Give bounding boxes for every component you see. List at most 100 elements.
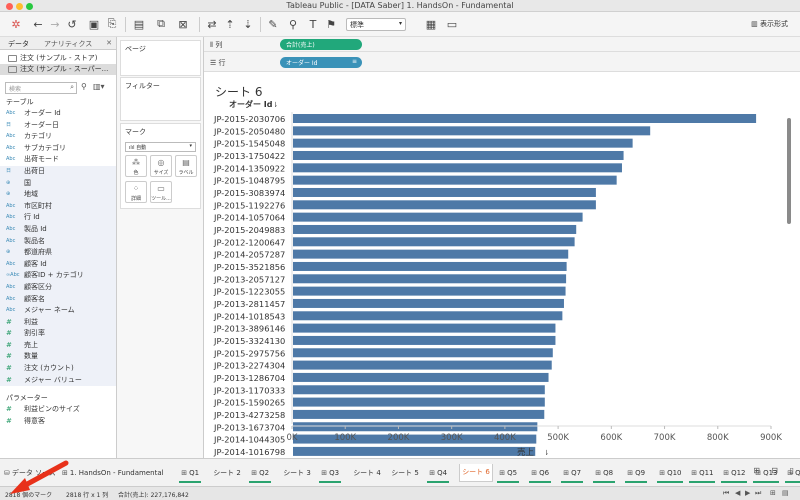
- category-label[interactable]: JP-2014-2057287: [213, 250, 285, 260]
- columns-pill-sum-sales[interactable]: 合計(売上): [280, 39, 362, 50]
- category-label[interactable]: JP-2013-3896146: [213, 324, 285, 334]
- category-label[interactable]: JP-2015-3083974: [213, 188, 285, 198]
- field-item[interactable]: Abc 顧客 Id: [0, 258, 116, 271]
- category-label[interactable]: JP-2013-1286704: [213, 373, 285, 383]
- field-item[interactable]: 日 オーダー日: [0, 120, 116, 132]
- show-labels-icon[interactable]: T: [305, 16, 321, 32]
- sheet-tab[interactable]: ⊞ Q5: [497, 465, 520, 483]
- clear-sheet-icon[interactable]: ⊠: [175, 16, 191, 32]
- field-item[interactable]: # 注文 (カウント): [0, 363, 116, 375]
- bar[interactable]: [293, 274, 567, 284]
- category-label[interactable]: JP-2013-1170333: [213, 385, 285, 395]
- bar[interactable]: [293, 150, 624, 160]
- rows-pill-order-id[interactable]: オーダー Id ≡: [280, 57, 362, 68]
- undo-icon[interactable]: ↺: [64, 16, 80, 32]
- category-label[interactable]: JP-2014-1044305: [213, 435, 285, 445]
- field-item[interactable]: Abc 顧客区分: [0, 281, 116, 294]
- fit-select[interactable]: 標準 ▾: [346, 18, 406, 31]
- forward-arrow-icon[interactable]: →: [47, 16, 63, 32]
- category-label[interactable]: JP-2015-3324130: [213, 336, 285, 346]
- tab-analytics[interactable]: アナリティクス: [44, 39, 92, 49]
- pin-axes-icon[interactable]: ⚑: [323, 16, 339, 32]
- field-item[interactable]: ⊕ 都道府県: [0, 247, 116, 259]
- bar[interactable]: [293, 175, 617, 185]
- field-item[interactable]: # 数量: [0, 351, 116, 363]
- bar[interactable]: [293, 311, 563, 321]
- mark-type-select[interactable]: ılıl 自動 ▾: [125, 142, 196, 152]
- bar[interactable]: [293, 323, 556, 333]
- bar[interactable]: [293, 335, 556, 345]
- field-item[interactable]: # 割引率: [0, 328, 116, 340]
- datasource-item[interactable]: 注文 (サンプル - ストア): [0, 53, 116, 64]
- bar[interactable]: [293, 360, 552, 370]
- bar[interactable]: [293, 286, 566, 296]
- tooltip-button[interactable]: ▭ ツール...: [150, 181, 172, 203]
- sheet-tab[interactable]: ⊞ Q12: [721, 465, 748, 483]
- bar[interactable]: [293, 372, 549, 382]
- bar[interactable]: [293, 237, 575, 247]
- swap-rows-columns-icon[interactable]: ⇄: [204, 16, 220, 32]
- sheet-tab[interactable]: ⊞ 1. HandsOn - Fundamental: [60, 465, 166, 481]
- category-label[interactable]: JP-2013-2057127: [213, 274, 285, 284]
- collapse-pane-icon[interactable]: ✕: [106, 39, 112, 47]
- x-axis-title[interactable]: 売上: [517, 447, 535, 458]
- sort-ascending-icon[interactable]: ⇡: [222, 16, 238, 32]
- category-label[interactable]: JP-2015-1590265: [213, 398, 285, 408]
- category-label[interactable]: JP-2013-4273258: [213, 410, 285, 420]
- bar[interactable]: [293, 249, 569, 259]
- new-datasource-icon[interactable]: ⎘: [104, 16, 120, 32]
- bar[interactable]: [293, 397, 545, 407]
- sheet-tab[interactable]: シート 3: [281, 465, 313, 481]
- label-button[interactable]: ▤ ラベル: [175, 155, 197, 177]
- category-label[interactable]: JP-2015-2975756: [213, 348, 285, 358]
- rows-shelf[interactable]: ☰ 行 オーダー Id ≡: [204, 52, 800, 72]
- bar[interactable]: [293, 422, 538, 432]
- bar[interactable]: [293, 224, 577, 234]
- bar[interactable]: [293, 261, 567, 271]
- tab-data[interactable]: データ: [8, 39, 29, 49]
- field-item[interactable]: ⊕ 地域: [0, 189, 116, 201]
- category-label[interactable]: JP-2015-1048795: [213, 176, 285, 186]
- field-item[interactable]: Abc サブカテゴリ: [0, 143, 116, 155]
- bar[interactable]: [293, 114, 757, 123]
- datasource-item[interactable]: 注文 (サンプル - スーパー...: [0, 64, 116, 75]
- filter-icon[interactable]: ⚲: [81, 82, 87, 91]
- sheet-tab[interactable]: ⊞ Q10: [657, 465, 684, 483]
- category-label[interactable]: JP-2013-1673704: [213, 422, 285, 432]
- category-label[interactable]: JP-2015-3521856: [213, 262, 285, 272]
- bar[interactable]: [293, 138, 633, 148]
- sheet-tab[interactable]: ⊞ Q4: [427, 465, 450, 483]
- show-me-button[interactable]: ▥ 表示形式: [751, 19, 788, 29]
- group-icon[interactable]: ⚲: [285, 16, 301, 32]
- category-label[interactable]: JP-2014-1057064: [213, 213, 285, 223]
- field-item[interactable]: ⊕ 国: [0, 177, 116, 190]
- bar[interactable]: [293, 385, 545, 395]
- sheet-tab[interactable]: シート 6: [459, 464, 493, 482]
- sheet-tab[interactable]: シート 5: [389, 465, 421, 481]
- category-label[interactable]: JP-2015-1545048: [213, 139, 285, 149]
- next-page-icon[interactable]: ▶: [745, 489, 750, 497]
- category-label[interactable]: JP-2015-1223055: [213, 287, 285, 297]
- category-label[interactable]: JP-2014-1016798: [213, 447, 285, 457]
- bar[interactable]: [293, 446, 536, 456]
- view-mode-icon[interactable]: ▥▾: [93, 82, 105, 91]
- field-item[interactable]: Abc オーダー Id: [0, 108, 116, 120]
- field-item[interactable]: Abc 製品名: [0, 235, 116, 248]
- back-arrow-icon[interactable]: ←: [30, 16, 46, 32]
- sort-descending-icon[interactable]: ⇣: [240, 16, 256, 32]
- category-label[interactable]: JP-2012-1200647: [213, 237, 285, 247]
- last-page-icon[interactable]: ⏭: [755, 489, 761, 498]
- first-page-icon[interactable]: ⏮: [723, 489, 729, 498]
- bar[interactable]: [293, 298, 564, 308]
- tableau-logo-icon[interactable]: ✲: [8, 16, 24, 32]
- duplicate-sheet-icon[interactable]: ⧉: [153, 16, 169, 32]
- field-item[interactable]: Abc 市区町村: [0, 200, 116, 213]
- bar[interactable]: [293, 187, 596, 197]
- filmstrip-view-icon[interactable]: ▤: [782, 489, 789, 497]
- field-item[interactable]: Abc 行 Id: [0, 212, 116, 224]
- sheet-tab[interactable]: ⊞ Q1: [179, 465, 202, 483]
- category-label[interactable]: JP-2015-2049883: [213, 225, 285, 235]
- category-label[interactable]: JP-2015-2050480: [213, 126, 285, 136]
- field-item[interactable]: # 利益ビンのサイズ: [0, 404, 116, 416]
- sheet-tab[interactable]: ⊞ Q11: [689, 465, 716, 483]
